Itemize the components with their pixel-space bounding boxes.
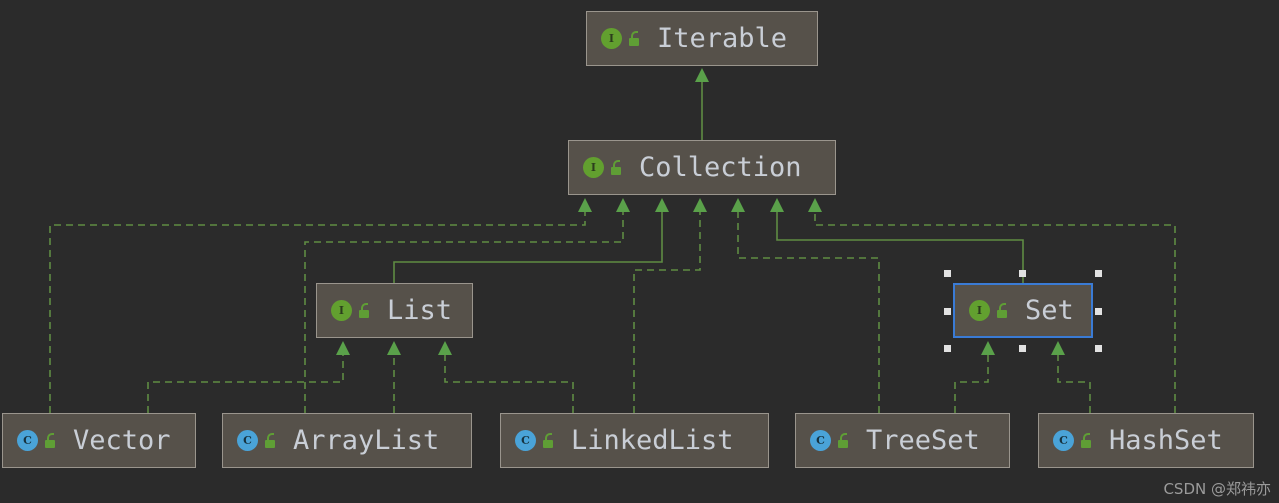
edge-list-collection	[393, 198, 669, 283]
edge-hashset-set	[1051, 341, 1091, 413]
unlocked-padlock-icon	[836, 433, 850, 448]
node-icons: I	[331, 300, 371, 321]
node-label: Collection	[639, 152, 802, 183]
node-hashset[interactable]: C HashSet	[1038, 413, 1254, 468]
selection-handle-top-center[interactable]	[1019, 270, 1026, 277]
unlocked-padlock-icon	[609, 160, 623, 175]
watermark: CSDN @郑祎亦	[1163, 480, 1271, 498]
class-c-icon: C	[515, 430, 536, 451]
interface-i-icon: I	[331, 300, 352, 321]
node-icons: I	[969, 300, 1009, 321]
class-c-icon: C	[1053, 430, 1074, 451]
node-collection[interactable]: I Collection	[568, 140, 836, 195]
edge-linkedlist-list	[438, 341, 574, 413]
selection-handle-top-right[interactable]	[1095, 270, 1102, 277]
node-label: LinkedList	[571, 425, 734, 456]
node-linkedlist[interactable]: C LinkedList	[500, 413, 769, 468]
node-icons: I	[601, 28, 641, 49]
edge-treeset-collection	[731, 198, 880, 413]
diagram-canvas[interactable]: I Iterable I Collection I List I Set C V…	[0, 0, 1279, 503]
selection-handle-middle-right[interactable]	[1095, 308, 1102, 315]
node-label: TreeSet	[866, 425, 980, 456]
node-label: Vector	[73, 425, 171, 456]
node-label: List	[387, 295, 453, 326]
unlocked-padlock-icon	[995, 303, 1009, 318]
node-label: Set	[1025, 295, 1074, 326]
node-vector[interactable]: C Vector	[2, 413, 196, 468]
node-label: HashSet	[1109, 425, 1223, 456]
class-c-icon: C	[237, 430, 258, 451]
node-icons: C	[810, 430, 850, 451]
node-list[interactable]: I List	[316, 283, 473, 338]
node-iterable[interactable]: I Iterable	[586, 11, 818, 66]
unlocked-padlock-icon	[1079, 433, 1093, 448]
unlocked-padlock-icon	[357, 303, 371, 318]
class-c-icon: C	[17, 430, 38, 451]
selection-handle-middle-left[interactable]	[944, 308, 951, 315]
edge-set-collection	[770, 198, 1024, 283]
unlocked-padlock-icon	[627, 31, 641, 46]
node-icons: C	[1053, 430, 1093, 451]
selection-handle-bottom-center[interactable]	[1019, 345, 1026, 352]
selection-handle-bottom-right[interactable]	[1095, 345, 1102, 352]
node-arraylist[interactable]: C ArrayList	[222, 413, 472, 468]
unlocked-padlock-icon	[43, 433, 57, 448]
class-c-icon: C	[810, 430, 831, 451]
edge-linkedlist-collection	[633, 198, 707, 413]
edge-vector-list	[147, 341, 350, 413]
node-icons: C	[515, 430, 555, 451]
node-treeset[interactable]: C TreeSet	[795, 413, 1010, 468]
node-label: Iterable	[657, 23, 788, 54]
node-label: ArrayList	[293, 425, 440, 456]
node-set[interactable]: I Set	[953, 283, 1093, 338]
node-icons: C	[17, 430, 57, 451]
interface-i-icon: I	[601, 28, 622, 49]
edge-treeset-set	[954, 341, 995, 413]
unlocked-padlock-icon	[541, 433, 555, 448]
interface-i-icon: I	[969, 300, 990, 321]
node-icons: I	[583, 157, 623, 178]
interface-i-icon: I	[583, 157, 604, 178]
unlocked-padlock-icon	[263, 433, 277, 448]
node-icons: C	[237, 430, 277, 451]
selection-handle-bottom-left[interactable]	[944, 345, 951, 352]
selection-handle-top-left[interactable]	[944, 270, 951, 277]
